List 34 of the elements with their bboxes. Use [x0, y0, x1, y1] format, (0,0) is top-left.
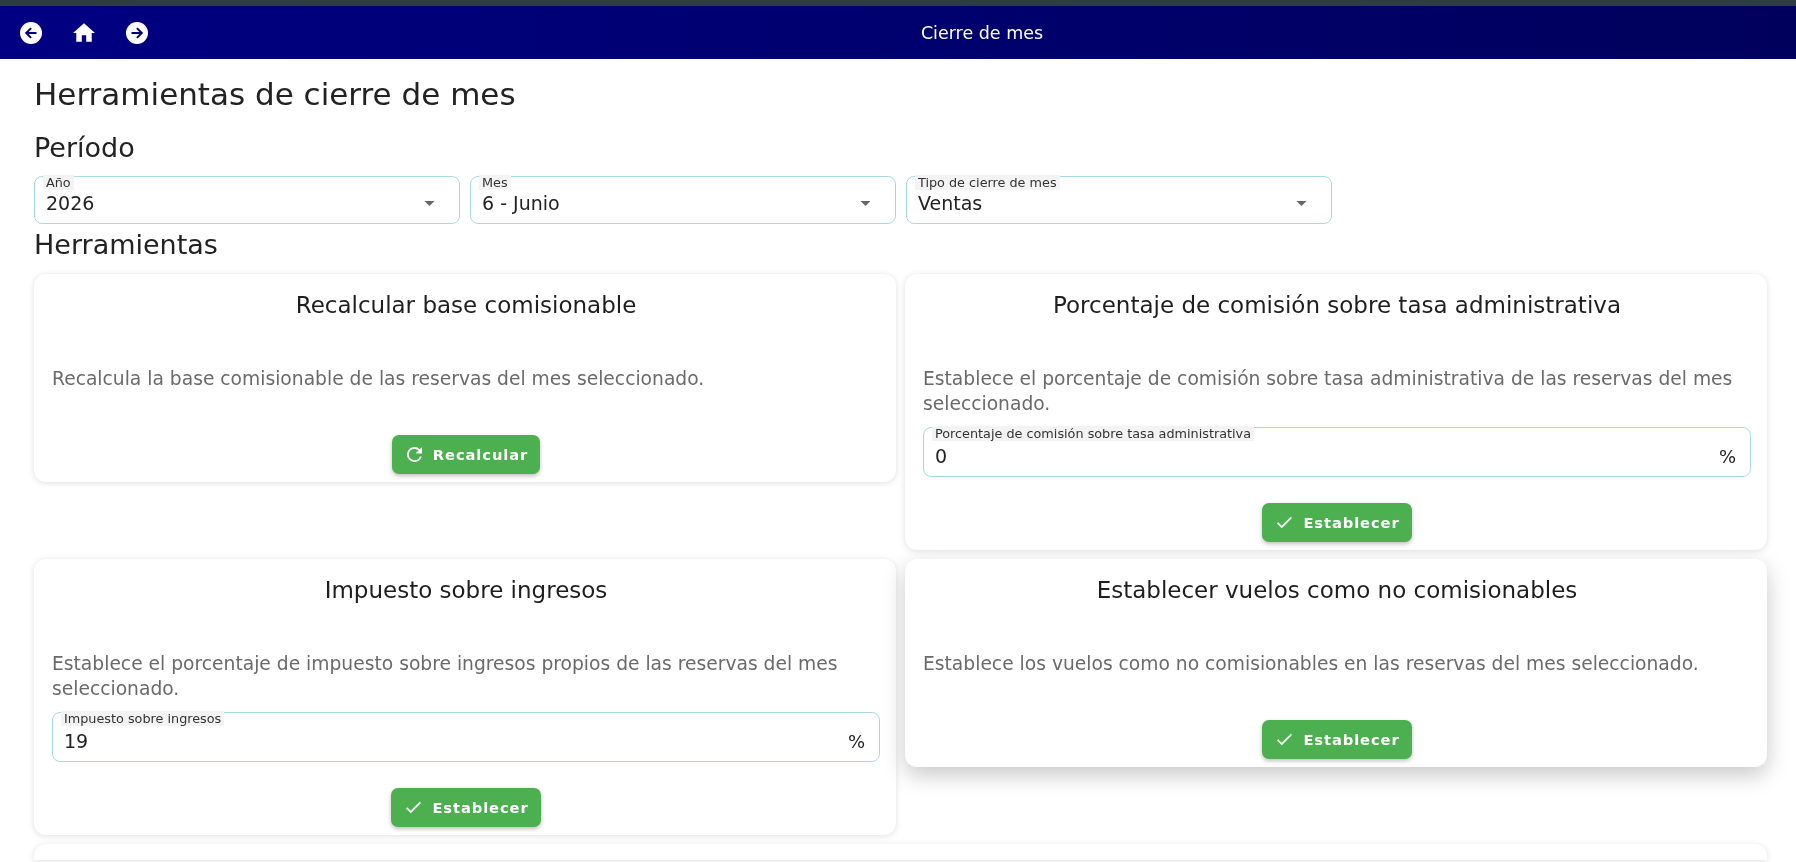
- card-description: Establece el porcentaje de impuesto sobre ingresos propios de las reservas del mes seleccionado.: [52, 652, 839, 701]
- arrow-left-circle-icon[interactable]: [20, 21, 42, 44]
- refresh-icon: [406, 447, 422, 462]
- field-label: Porcentaje de comisión sobre tasa administrativa: [932, 426, 1255, 441]
- card-title: Porcentaje de comisión sobre tasa administrativa: [1053, 292, 1621, 318]
- unit-suffix: %: [847, 730, 865, 752]
- card-title: Impuesto sobre ingresos: [324, 577, 608, 603]
- arrow-right-circle-icon[interactable]: [126, 21, 148, 44]
- select-field[interactable]: Mes 6 - Junio: [470, 176, 896, 224]
- percentage-field[interactable]: Porcentaje de comisión sobre tasa administrativa 0 %: [923, 427, 1751, 477]
- field-label: Tipo de cierre de mes: [915, 175, 1060, 190]
- select-field[interactable]: Tipo de cierre de mes Ventas: [906, 176, 1332, 224]
- home-icon[interactable]: [73, 23, 95, 42]
- card-description: Recalcula la base comisionable de las reservas del mes seleccionado.: [52, 367, 706, 391]
- field-label: Año: [43, 175, 74, 190]
- select-field[interactable]: Año 2026: [34, 176, 460, 224]
- field-label: Impuesto sobre ingresos: [61, 711, 225, 726]
- check-icon: [1277, 515, 1293, 530]
- card-title: Establecer vuelos como no comisionables: [1096, 577, 1578, 603]
- field-label: Mes: [479, 175, 511, 190]
- check-icon: [406, 800, 422, 815]
- check-icon: [1277, 732, 1293, 747]
- section-heading: Período: [34, 133, 136, 163]
- caret-down-icon: [1296, 200, 1307, 206]
- card-description: Establece el porcentaje de comisión sobre tasa administrativa de las reservas del mes seleccionado.: [923, 367, 1734, 416]
- percentage-field[interactable]: Impuesto sobre ingresos 19 %: [52, 712, 880, 762]
- top-bar-title: Cierre de mes: [920, 22, 1044, 43]
- card-title: Recalcular base comisionable: [295, 292, 637, 318]
- caret-down-icon: [424, 200, 435, 206]
- caret-down-icon: [860, 200, 871, 206]
- page-title: Herramientas de cierre de mes: [34, 77, 517, 111]
- card-description: Establece los vuelos como no comisionables en las reservas del mes seleccionado.: [923, 652, 1700, 676]
- section-heading: Herramientas: [34, 230, 219, 260]
- unit-suffix: %: [1718, 445, 1736, 467]
